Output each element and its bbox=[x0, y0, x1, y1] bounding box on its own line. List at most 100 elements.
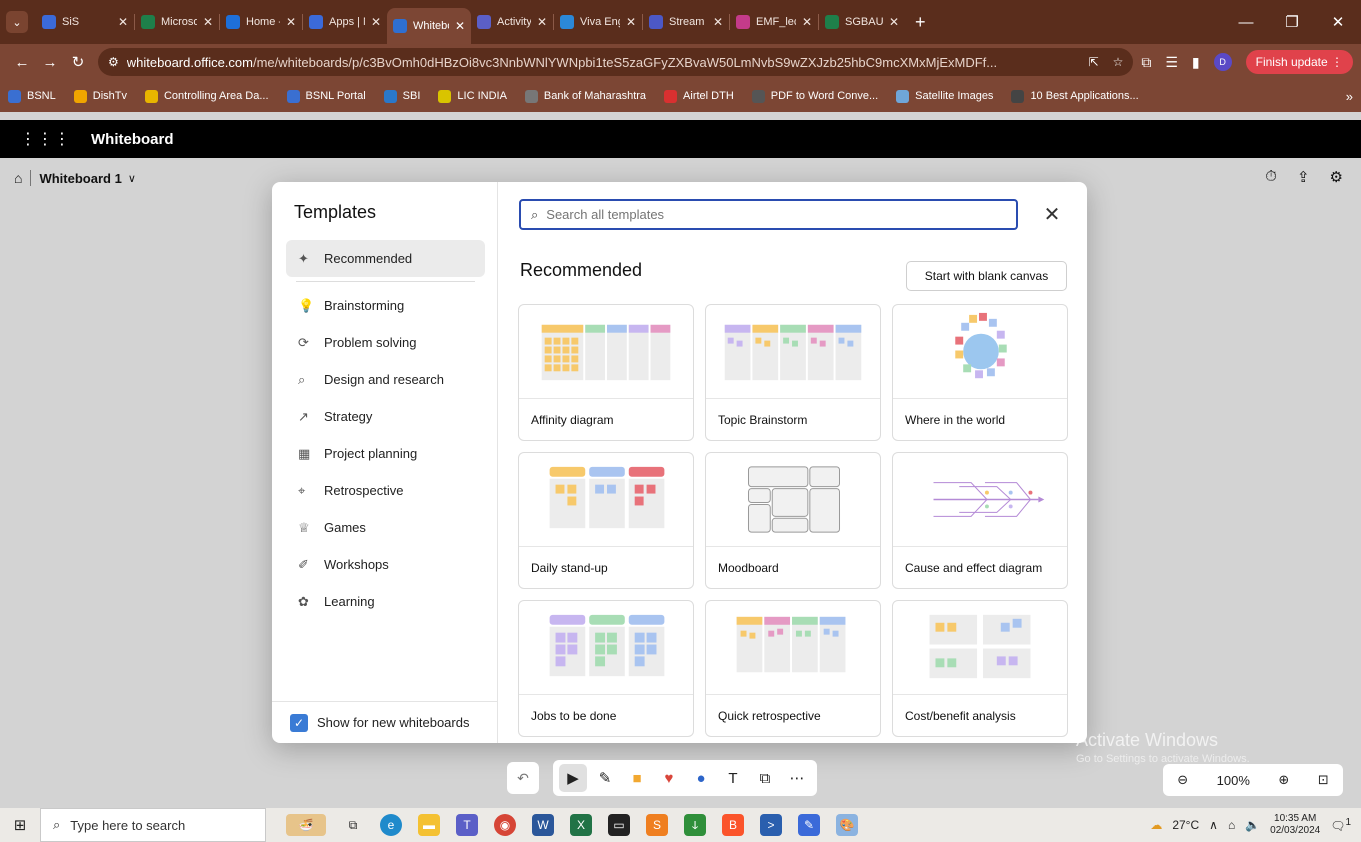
tab-close-icon[interactable]: ✕ bbox=[371, 15, 381, 29]
tab-close-icon[interactable]: ✕ bbox=[203, 15, 213, 29]
pen-icon[interactable]: ✎ bbox=[591, 764, 619, 792]
settings-gear-icon[interactable]: ⚙ bbox=[1330, 168, 1343, 186]
tab-close-icon[interactable]: ✕ bbox=[455, 19, 465, 33]
browser-tab[interactable]: Activity ✕ bbox=[471, 6, 553, 38]
timer-icon[interactable]: ⏱ bbox=[1265, 168, 1277, 186]
bookmark-item[interactable]: LIC INDIA bbox=[438, 89, 507, 103]
tab-close-icon[interactable]: ✕ bbox=[537, 15, 547, 29]
category-strategy[interactable]: ↗ Strategy bbox=[286, 398, 485, 435]
back-button[interactable]: ← bbox=[8, 54, 36, 71]
browser-tab[interactable]: Whitebo ✕ bbox=[387, 8, 471, 44]
tab-close-icon[interactable]: ✕ bbox=[118, 15, 128, 29]
template-card-affinity[interactable]: Affinity diagram bbox=[518, 304, 694, 441]
paint-icon[interactable]: 🎨 bbox=[836, 814, 858, 836]
weather-temp[interactable]: 27°C bbox=[1172, 818, 1199, 832]
restore-button[interactable]: ❐ bbox=[1269, 0, 1315, 44]
category-recommended[interactable]: ✦ Recommended bbox=[286, 240, 485, 277]
tab-close-icon[interactable]: ✕ bbox=[286, 15, 296, 29]
share-icon[interactable]: ⇪ bbox=[1297, 168, 1310, 186]
profile-avatar[interactable]: D bbox=[1213, 53, 1232, 71]
omnibox[interactable]: ⚙ whiteboard.office.com/me/whiteboards/p… bbox=[98, 48, 1134, 76]
category-retrospective[interactable]: ⌖ Retrospective bbox=[286, 472, 485, 509]
board-title[interactable]: Whiteboard 1 bbox=[39, 171, 121, 186]
noodle-widget-icon[interactable]: 🍜 bbox=[286, 814, 326, 836]
bookmark-item[interactable]: Airtel DTH bbox=[664, 89, 734, 103]
template-card-jobs[interactable]: Jobs to be done bbox=[518, 600, 694, 737]
windows-start-icon[interactable]: ⊞ bbox=[0, 816, 40, 834]
chevron-down-icon[interactable]: ∨ bbox=[128, 172, 136, 185]
select-icon[interactable]: ▶ bbox=[559, 764, 587, 792]
template-card-costbenefit[interactable]: Cost/benefit analysis bbox=[892, 600, 1068, 737]
tray-chevron-icon[interactable]: ∧ bbox=[1209, 818, 1218, 832]
template-card-retro[interactable]: Quick retrospective bbox=[705, 600, 881, 737]
close-dialog-icon[interactable]: ✕ bbox=[1038, 200, 1066, 228]
template-card-standup[interactable]: Daily stand-up bbox=[518, 452, 694, 589]
file-explorer-icon[interactable]: ▬ bbox=[418, 814, 440, 836]
teams-icon[interactable]: T bbox=[456, 814, 478, 836]
app-icon[interactable]: ↆ bbox=[684, 814, 706, 836]
powershell-icon[interactable]: > bbox=[760, 814, 782, 836]
brave-icon[interactable]: B bbox=[722, 814, 744, 836]
browser-tab[interactable]: SiS ✕ bbox=[36, 6, 134, 38]
fit-to-screen-icon[interactable]: ⊡ bbox=[1318, 772, 1329, 788]
browser-tab[interactable]: Home - (✕ bbox=[220, 6, 302, 38]
home-icon[interactable]: ⌂ bbox=[14, 170, 22, 186]
zoom-level[interactable]: 100% bbox=[1217, 773, 1250, 788]
site-info-icon[interactable]: ⚙ bbox=[108, 55, 119, 69]
category-design-and-research[interactable]: ⌕ Design and research bbox=[286, 361, 485, 398]
template-search-box[interactable]: ⌕ bbox=[519, 199, 1018, 230]
template-card-moodboard[interactable]: Moodboard bbox=[705, 452, 881, 589]
new-tab-button[interactable]: + bbox=[915, 12, 926, 33]
task-view-icon[interactable]: ⧉ bbox=[342, 814, 364, 836]
browser-tab[interactable]: Apps | M ✕ bbox=[303, 6, 387, 38]
template-card-topic[interactable]: Topic Brainstorm bbox=[705, 304, 881, 441]
app-launcher-icon[interactable]: ⋮⋮⋮ bbox=[20, 129, 71, 149]
shape-icon[interactable]: ● bbox=[687, 764, 715, 792]
bookmark-item[interactable]: PDF to Word Conve... bbox=[751, 89, 878, 103]
app-pen-icon[interactable]: ✎ bbox=[798, 814, 820, 836]
category-brainstorming[interactable]: 💡 Brainstorming bbox=[286, 287, 485, 324]
more-bookmarks-icon[interactable]: » bbox=[1346, 89, 1353, 104]
tab-close-icon[interactable]: ✕ bbox=[713, 15, 723, 29]
bookmark-item[interactable]: DishTv bbox=[73, 89, 127, 103]
side-panel-icon[interactable]: ▮ bbox=[1192, 54, 1200, 71]
category-project-planning[interactable]: ▦ Project planning bbox=[286, 435, 485, 472]
bookmark-star-icon[interactable]: ☆ bbox=[1113, 55, 1124, 69]
link-icon[interactable]: ⧉ bbox=[751, 764, 779, 792]
zoom-out-icon[interactable]: ⊖ bbox=[1177, 772, 1188, 788]
bookmark-item[interactable]: 10 Best Applications... bbox=[1011, 89, 1139, 103]
word-icon[interactable]: W bbox=[532, 814, 554, 836]
browser-tab[interactable]: Viva Eng ✕ bbox=[554, 6, 642, 38]
tab-close-icon[interactable]: ✕ bbox=[802, 15, 812, 29]
browser-tab[interactable]: EMF_lect ✕ bbox=[730, 6, 818, 38]
tab-close-icon[interactable]: ✕ bbox=[889, 15, 899, 29]
category-learning[interactable]: ✿ Learning bbox=[286, 583, 485, 620]
weather-icon[interactable]: ☁ bbox=[1150, 818, 1162, 832]
tab-close-icon[interactable]: ✕ bbox=[626, 15, 636, 29]
forward-button[interactable]: → bbox=[36, 54, 64, 71]
category-games[interactable]: ♕ Games bbox=[286, 509, 485, 546]
excel-icon[interactable]: X bbox=[570, 814, 592, 836]
undo-icon[interactable]: ↶ bbox=[507, 762, 539, 794]
zoom-in-icon[interactable]: ⊕ bbox=[1278, 772, 1289, 788]
category-workshops[interactable]: ✐ Workshops bbox=[286, 546, 485, 583]
clock[interactable]: 10:35 AM 02/03/2024 bbox=[1270, 813, 1320, 837]
notification-icon[interactable]: 🗨1 bbox=[1330, 817, 1351, 833]
browser-tab[interactable]: SGBAU E ✕ bbox=[819, 6, 905, 38]
bookmark-item[interactable]: BSNL bbox=[8, 89, 56, 103]
bookmark-item[interactable]: SBI bbox=[383, 89, 420, 103]
text-icon[interactable]: T bbox=[719, 764, 747, 792]
reading-list-icon[interactable]: ☰ bbox=[1165, 54, 1178, 71]
search-input[interactable] bbox=[546, 207, 1016, 222]
bookmark-item[interactable]: BSNL Portal bbox=[286, 89, 366, 103]
start-blank-canvas-button[interactable]: Start with blank canvas bbox=[906, 261, 1067, 291]
reload-button[interactable]: ↻ bbox=[64, 53, 92, 71]
bookmark-item[interactable]: Satellite Images bbox=[896, 89, 993, 103]
bookmark-item[interactable]: Bank of Maharashtra bbox=[524, 89, 646, 103]
sublime-icon[interactable]: S bbox=[646, 814, 668, 836]
note-icon[interactable]: ■ bbox=[623, 764, 651, 792]
template-card-world[interactable]: Where in the world bbox=[892, 304, 1068, 441]
show-for-new-toggle[interactable]: ✓ Show for new whiteboards bbox=[272, 701, 498, 743]
browser-tab[interactable]: Microsof ✕ bbox=[135, 6, 219, 38]
minimize-button[interactable]: — bbox=[1223, 0, 1269, 44]
